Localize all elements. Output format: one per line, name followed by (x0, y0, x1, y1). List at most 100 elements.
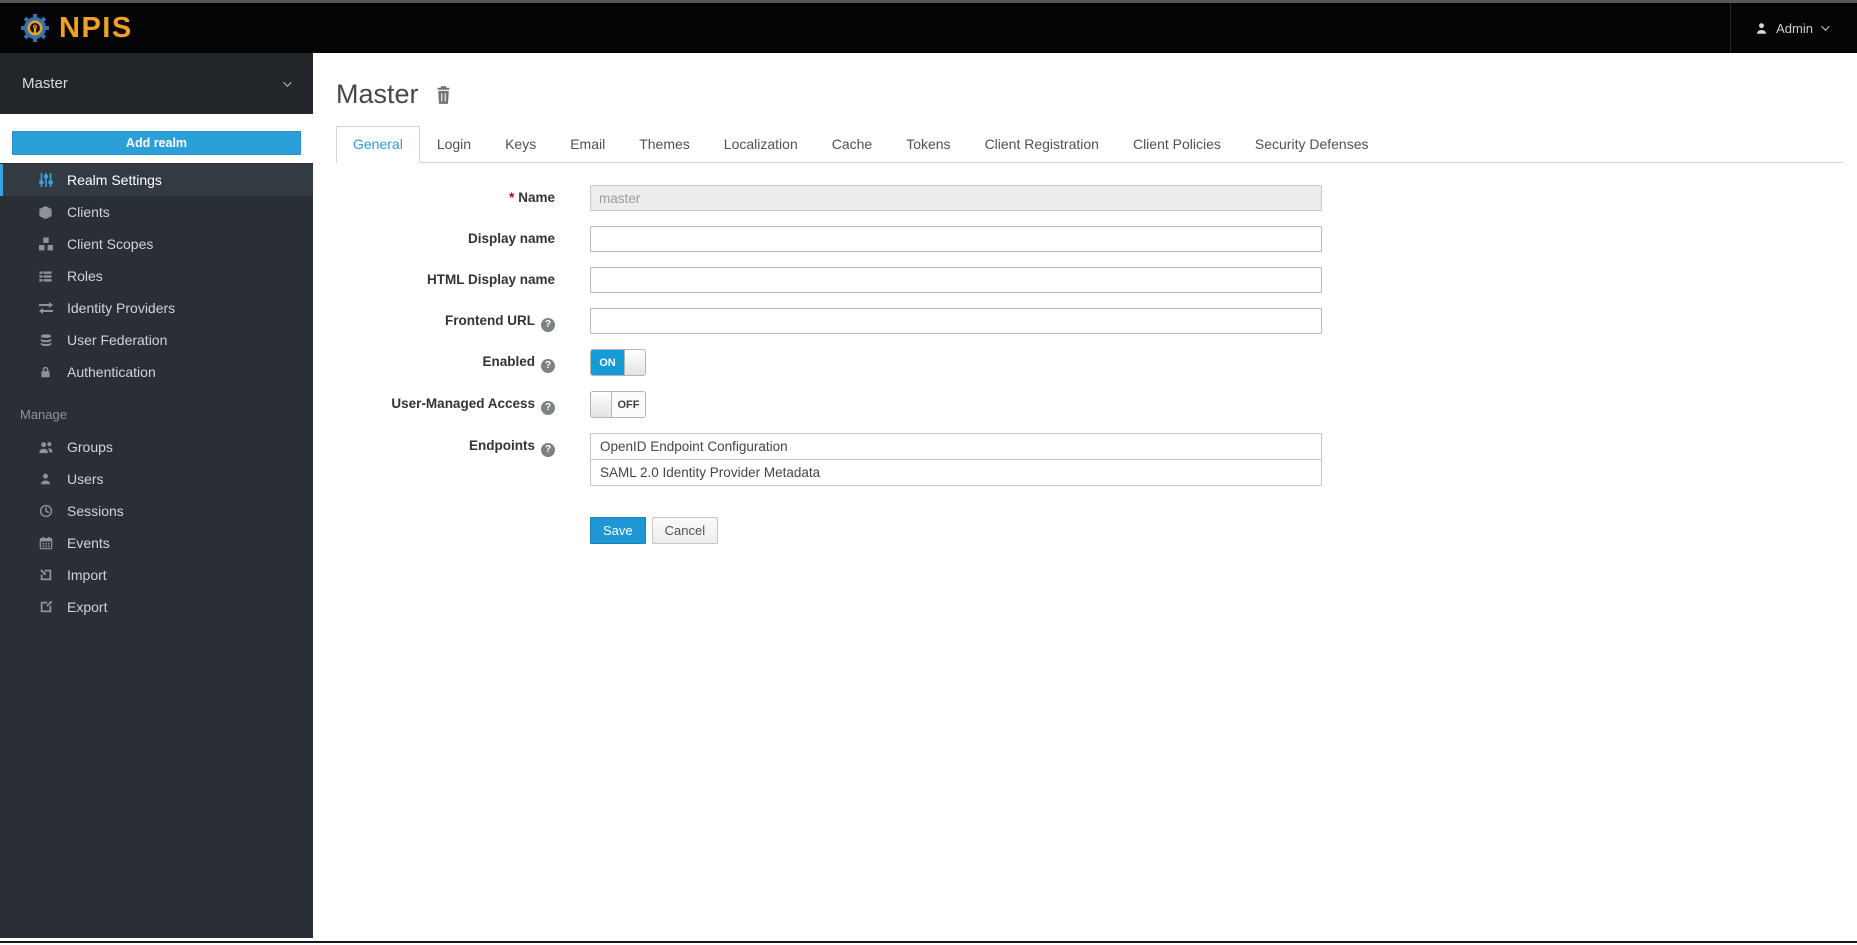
add-realm-band: Add realm (0, 114, 313, 163)
lock-icon (37, 364, 54, 380)
current-realm-label: Master (22, 75, 68, 92)
tab-keys[interactable]: Keys (488, 126, 553, 163)
user-icon (1755, 22, 1768, 35)
enabled-toggle[interactable]: ON (590, 349, 646, 376)
name-input[interactable] (590, 185, 1322, 211)
import-icon (37, 567, 54, 583)
enabled-label: Enabled (336, 349, 555, 373)
sidebar-item-label: User Federation (67, 332, 168, 348)
main-content: Master General Login Keys Email Themes L… (313, 53, 1857, 945)
sidebar-item-roles[interactable]: Roles (0, 260, 313, 292)
html-display-name-input[interactable] (590, 267, 1322, 293)
sidebar-item-clients[interactable]: Clients (0, 196, 313, 228)
trash-icon (434, 85, 453, 108)
clock-icon (37, 503, 54, 519)
enabled-row: Enabled ON (336, 349, 1843, 376)
frontend-url-row: Frontend URL (336, 308, 1843, 334)
page-title: Master (336, 79, 419, 109)
sidebar-item-label: Identity Providers (67, 300, 176, 316)
name-label: * Name (508, 190, 555, 205)
brand-title: NPIS (59, 11, 133, 44)
display-name-label: Display name (467, 231, 555, 246)
save-button[interactable]: Save (590, 517, 646, 544)
cubes-icon (37, 236, 54, 252)
sidebar-item-authentication[interactable]: Authentication (0, 356, 313, 388)
sidebar-item-import[interactable]: Import (0, 559, 313, 591)
page-title-row: Master (336, 79, 1843, 110)
sidebar-item-label: Groups (67, 439, 113, 455)
sidebar-item-realm-settings[interactable]: Realm Settings (0, 164, 313, 196)
toggle-knob (591, 392, 612, 417)
user-icon (37, 471, 54, 487)
help-icon[interactable] (541, 318, 555, 332)
sliders-icon (37, 172, 54, 188)
sidebar-item-events[interactable]: Events (0, 527, 313, 559)
sidebar-item-label: Sessions (67, 503, 124, 519)
toggle-knob (624, 350, 645, 375)
cancel-button[interactable]: Cancel (651, 517, 719, 544)
sidebar-nav: Realm Settings Clients Client Scopes Rol… (0, 163, 313, 623)
delete-realm-button[interactable] (434, 85, 453, 105)
chevron-down-icon (1821, 22, 1830, 31)
gear-logo-icon (20, 13, 50, 43)
tab-client-registration[interactable]: Client Registration (968, 126, 1116, 163)
toggle-off-label: OFF (612, 392, 645, 417)
users-icon (37, 439, 54, 455)
endpoints-label: Endpoints (336, 433, 555, 457)
topbar: NPIS Admin (0, 3, 1857, 53)
saml-metadata-link[interactable]: SAML 2.0 Identity Provider Metadata (590, 459, 1322, 486)
endpoints-row: Endpoints OpenID Endpoint Configuration … (336, 433, 1843, 486)
sidebar-item-label: Users (67, 471, 104, 487)
tab-themes[interactable]: Themes (622, 126, 707, 163)
display-name-input[interactable] (590, 226, 1322, 252)
sidebar-item-export[interactable]: Export (0, 591, 313, 623)
user-managed-access-toggle[interactable]: OFF (590, 391, 646, 418)
add-realm-button[interactable]: Add realm (12, 131, 301, 155)
help-icon[interactable] (541, 401, 555, 415)
database-icon (37, 332, 54, 348)
toggle-on-label: ON (591, 350, 624, 375)
list-icon (37, 268, 54, 284)
tab-cache[interactable]: Cache (815, 126, 889, 163)
export-icon (37, 599, 54, 615)
window-bottom-line (0, 941, 1857, 943)
user-menu[interactable]: Admin (1730, 3, 1857, 53)
tab-login[interactable]: Login (420, 126, 488, 163)
sidebar-item-label: Roles (67, 268, 103, 284)
sidebar-item-label: Clients (67, 204, 110, 220)
sidebar-item-label: Realm Settings (67, 172, 162, 188)
realm-selector[interactable]: Master (0, 53, 313, 114)
html-display-name-row: HTML Display name (336, 267, 1843, 293)
tab-localization[interactable]: Localization (707, 126, 815, 163)
help-icon[interactable] (541, 443, 555, 457)
help-icon[interactable] (541, 359, 555, 373)
tab-security-defenses[interactable]: Security Defenses (1238, 126, 1386, 163)
sidebar-item-user-federation[interactable]: User Federation (0, 324, 313, 356)
chevron-down-icon (283, 77, 292, 87)
tab-general[interactable]: General (336, 126, 420, 163)
sidebar-item-label: Import (67, 567, 107, 583)
display-name-row: Display name (336, 226, 1843, 252)
openid-endpoint-link[interactable]: OpenID Endpoint Configuration (590, 433, 1322, 460)
sidebar-item-groups[interactable]: Groups (0, 431, 313, 463)
manage-section-header: Manage (20, 407, 67, 422)
user-managed-access-label: User-Managed Access (336, 391, 555, 415)
sidebar-item-label: Authentication (67, 364, 156, 380)
realm-tabs: General Login Keys Email Themes Localiza… (336, 126, 1843, 163)
frontend-url-input[interactable] (590, 308, 1322, 334)
sidebar-item-label: Export (67, 599, 108, 615)
exchange-icon (37, 300, 54, 316)
sidebar-item-client-scopes[interactable]: Client Scopes (0, 228, 313, 260)
tab-email[interactable]: Email (553, 126, 622, 163)
tab-client-policies[interactable]: Client Policies (1116, 126, 1238, 163)
tab-tokens[interactable]: Tokens (889, 126, 967, 163)
user-name: Admin (1776, 20, 1813, 36)
html-display-name-label: HTML Display name (426, 272, 555, 287)
required-asterisk: * (508, 190, 515, 205)
sidebar-item-users[interactable]: Users (0, 463, 313, 495)
brand: NPIS (0, 3, 133, 53)
sidebar-item-label: Client Scopes (67, 236, 154, 252)
sidebar-item-identity-providers[interactable]: Identity Providers (0, 292, 313, 324)
sidebar-item-sessions[interactable]: Sessions (0, 495, 313, 527)
user-managed-access-row: User-Managed Access OFF (336, 391, 1843, 418)
